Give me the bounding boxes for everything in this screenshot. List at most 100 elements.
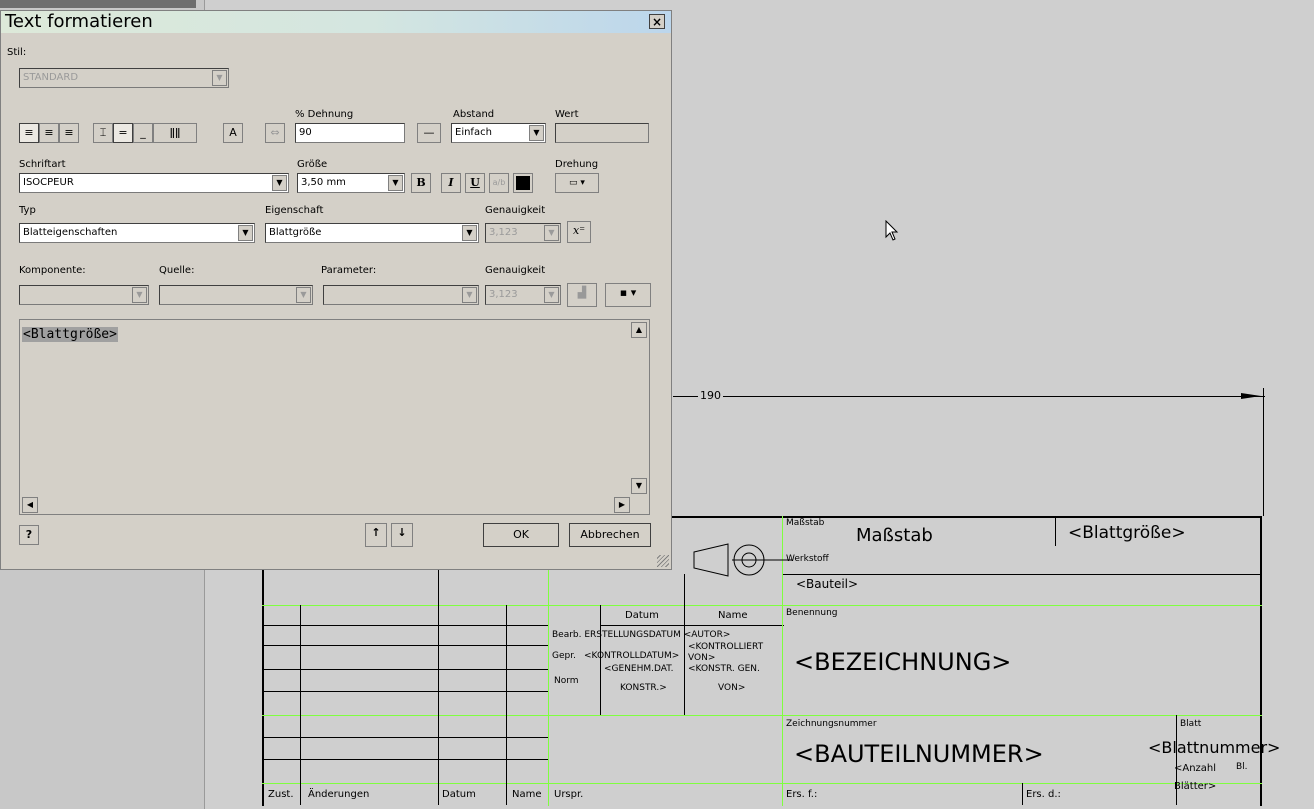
- text-color-button[interactable]: [513, 173, 533, 193]
- name-header: Name: [718, 610, 748, 621]
- chevron-down-icon: ▼: [388, 175, 403, 191]
- komponente-select[interactable]: ▼: [19, 285, 149, 305]
- zeichnungsnummer-label: Zeichnungsnummer: [786, 719, 877, 729]
- dehnung-label: % Dehnung: [295, 109, 354, 120]
- align-left-button[interactable]: ≡: [19, 123, 39, 143]
- align-middle-button[interactable]: =: [113, 123, 133, 143]
- text-format-dialog[interactable]: Text formatieren × Stil: STANDARD ▼ ≡ ≡ ≡…: [0, 10, 672, 570]
- bezeichnung-field[interactable]: <BEZEICHNUNG>: [794, 648, 1011, 676]
- schriftart-value: ISOCPEUR: [23, 177, 74, 188]
- chevron-down-icon: ▼: [544, 287, 559, 303]
- ok-button[interactable]: OK: [483, 523, 559, 547]
- chevron-down-icon: ▼: [529, 125, 544, 141]
- groesse-select[interactable]: 3,50 mm ▼: [297, 173, 405, 193]
- stil-select[interactable]: STANDARD ▼: [19, 68, 229, 88]
- dialog-titlebar[interactable]: Text formatieren ×: [1, 11, 671, 33]
- align-center-button[interactable]: ≡: [39, 123, 59, 143]
- scroll-right-icon[interactable]: ▶: [614, 497, 630, 513]
- stretch-icon[interactable]: ⇔: [265, 123, 285, 143]
- ers-d-label: Ers. d.:: [1026, 789, 1061, 800]
- konstr-field[interactable]: KONSTR.>: [620, 683, 667, 693]
- align-top-button[interactable]: ⌶: [93, 123, 113, 143]
- norm-label: Norm: [554, 676, 579, 686]
- editor-text[interactable]: <Blattgröße>: [22, 327, 118, 342]
- projection-symbol-icon: [693, 543, 792, 577]
- datum-footer: Datum: [442, 789, 476, 800]
- move-up-button[interactable]: ↑: [365, 523, 387, 547]
- bl-label: Bl.: [1236, 762, 1248, 772]
- stack-fraction-icon[interactable]: a/b: [489, 173, 509, 193]
- typ-select[interactable]: Blatteigenschaften ▼: [19, 223, 255, 243]
- genauigkeit-value: 3,123: [489, 227, 518, 238]
- bauteil-field[interactable]: <Bauteil>: [796, 577, 858, 591]
- abstand-select[interactable]: Einfach ▼: [451, 123, 546, 143]
- wert-input[interactable]: [555, 123, 649, 143]
- chevron-down-icon: ▼: [132, 287, 147, 303]
- genehm-date[interactable]: <GENEHM.DAT.: [604, 664, 674, 674]
- abstand-value: Einfach: [455, 127, 492, 138]
- italic-button[interactable]: I: [441, 173, 461, 193]
- typ-value: Blatteigenschaften: [23, 227, 118, 238]
- eigenschaft-select[interactable]: Blattgröße ▼: [265, 223, 479, 243]
- vertical-scrollbar[interactable]: ▲ ▼: [630, 320, 648, 496]
- rotation-dropdown[interactable]: ▭ ▾: [555, 173, 599, 193]
- name-footer: Name: [512, 789, 542, 800]
- genehm-name[interactable]: <KONSTR. GEN.: [688, 664, 760, 674]
- scroll-down-icon[interactable]: ▼: [631, 478, 647, 494]
- drehung-label: Drehung: [555, 159, 599, 170]
- von-field[interactable]: VON>: [718, 683, 745, 693]
- typ-label: Typ: [19, 205, 36, 216]
- genauigkeit-select[interactable]: 3,123 ▼: [485, 223, 561, 243]
- insert-field-button[interactable]: x⁼: [567, 221, 591, 243]
- blatt-label: Blatt: [1180, 719, 1202, 729]
- text-editor[interactable]: <Blattgröße> ▲ ▼ ◀ ▶: [19, 319, 650, 515]
- gepr-name[interactable]: <KONTROLLIERT VON>: [688, 642, 778, 664]
- close-button[interactable]: ×: [649, 14, 665, 29]
- genauigkeit2-select[interactable]: 3,123 ▼: [485, 285, 561, 305]
- schriftart-select[interactable]: ISOCPEUR ▼: [19, 173, 289, 193]
- eigenschaft-label: Eigenschaft: [265, 205, 324, 216]
- cancel-button[interactable]: Abbrechen: [569, 523, 651, 547]
- dimension-value[interactable]: 190: [698, 389, 723, 402]
- massstab-value[interactable]: Maßstab: [856, 525, 933, 546]
- scroll-left-icon[interactable]: ◀: [22, 497, 38, 513]
- anzahl-blaetter-field[interactable]: <Anzahl Blätter>: [1174, 760, 1222, 796]
- quelle-select[interactable]: ▼: [159, 285, 313, 305]
- chevron-down-icon: ▼: [238, 225, 253, 241]
- align-baseline-button[interactable]: ǁǁ: [153, 123, 197, 143]
- scroll-up-icon[interactable]: ▲: [631, 322, 647, 338]
- underline-button[interactable]: U: [465, 173, 485, 193]
- horizontal-scrollbar[interactable]: ◀ ▶: [20, 496, 630, 514]
- dimension-extension-line: [1263, 388, 1264, 516]
- genauigkeit2-label: Genauigkeit: [485, 265, 546, 276]
- align-right-button[interactable]: ≡: [59, 123, 79, 143]
- blattgroesse-field[interactable]: <Blattgröße>: [1068, 523, 1186, 543]
- text-fit-icon[interactable]: A: [223, 123, 243, 143]
- wert-label: Wert: [555, 109, 579, 120]
- bold-button[interactable]: B: [411, 173, 431, 193]
- gepr-date[interactable]: <KONTROLLDATUM>: [584, 651, 679, 661]
- parameter-select[interactable]: ▼: [323, 285, 479, 305]
- resize-grip-icon[interactable]: [657, 555, 669, 567]
- groesse-value: 3,50 mm: [301, 177, 346, 188]
- abstand-label: Abstand: [453, 109, 495, 120]
- chevron-down-icon: ▼: [212, 70, 227, 86]
- symbol-dropdown[interactable]: ▪ ▾: [605, 283, 651, 307]
- bearb-row[interactable]: Bearb. ERSTELLUNGSDATUM <AUTOR>: [552, 630, 730, 640]
- chevron-down-icon: ▼: [462, 225, 477, 241]
- dimension-arrow-icon: [1241, 393, 1261, 399]
- add-parameter-icon[interactable]: ▟: [567, 283, 597, 307]
- line-spacing-icon[interactable]: —: [417, 123, 441, 143]
- benennung-label: Benennung: [786, 608, 838, 618]
- blattnummer-field[interactable]: <Blattnummer>: [1148, 738, 1280, 757]
- color-swatch: [516, 176, 530, 190]
- help-icon[interactable]: ?: [19, 525, 39, 545]
- align-bottom-button[interactable]: _: [133, 123, 153, 143]
- aenderungen-label: Änderungen: [308, 789, 370, 800]
- chevron-down-icon: ▼: [544, 225, 559, 241]
- dehnung-input[interactable]: 90: [295, 123, 405, 143]
- dimension-line[interactable]: [673, 396, 1265, 397]
- bauteilnummer-field[interactable]: <BAUTEILNUMMER>: [794, 740, 1044, 768]
- move-down-button[interactable]: ↓: [391, 523, 413, 547]
- zust-label: Zust.: [268, 789, 294, 800]
